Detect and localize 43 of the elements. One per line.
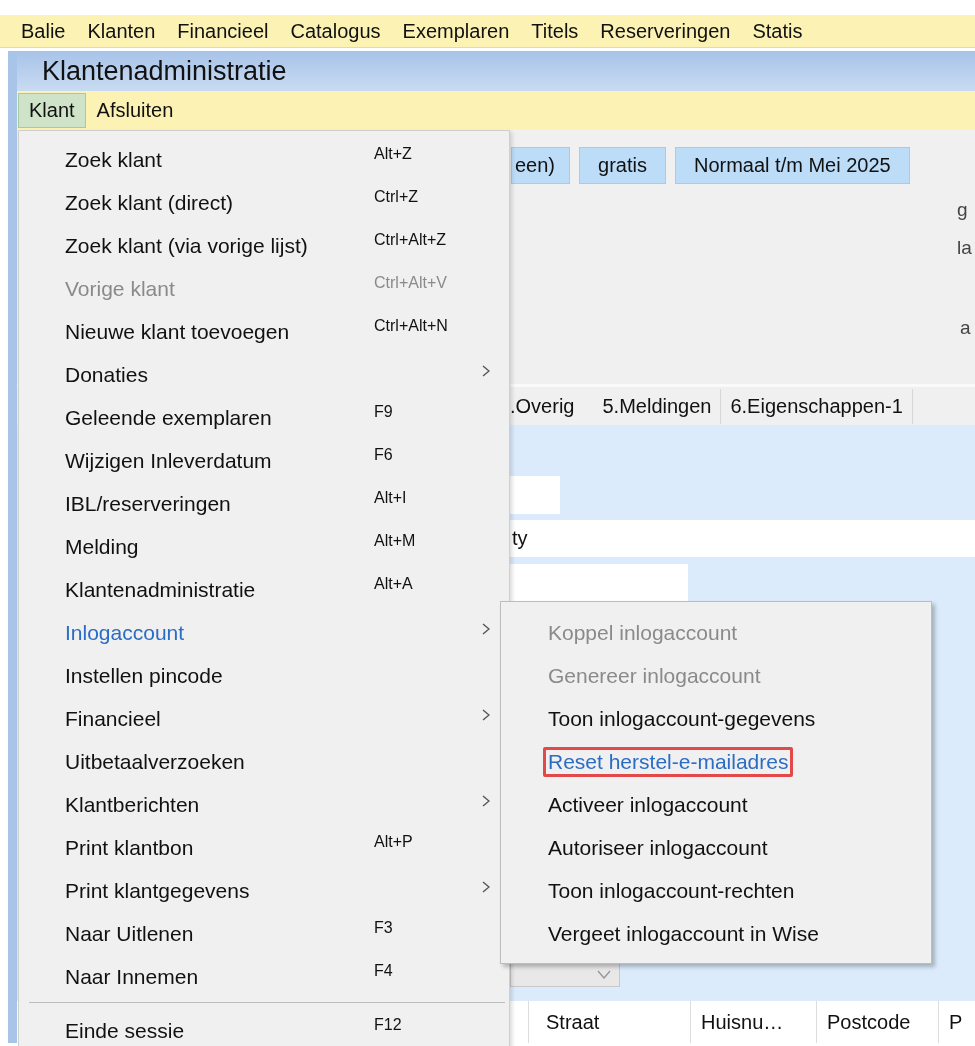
tab[interactable]: .Overig: [510, 388, 594, 424]
input-field[interactable]: ty: [510, 520, 975, 557]
menu-bar-item[interactable]: Statis: [752, 19, 803, 43]
menu-item[interactable]: Naar Innemen F4: [19, 955, 509, 998]
menu-item[interactable]: Klantenadministratie Alt+A: [19, 568, 509, 611]
field-label: la: [957, 237, 972, 259]
menu-item[interactable]: Vergeet inlogaccount in Wise: [543, 918, 824, 949]
menu-item[interactable]: Toon inlogaccount-rechten: [543, 875, 800, 906]
menu-item[interactable]: Toon inlogaccount-gegevens: [543, 703, 821, 734]
menu-item[interactable]: Zoek klant (via vorige lijst) Ctrl+Alt+Z: [19, 224, 509, 267]
menu-item[interactable]: Melding Alt+M: [19, 525, 509, 568]
column-header[interactable]: Postcode: [817, 1001, 939, 1043]
menu-item[interactable]: Afsluiten: [85, 92, 185, 128]
status-tag: gratis: [579, 147, 666, 184]
menu-bar-item[interactable]: Titels: [531, 19, 579, 43]
field-label: g: [957, 199, 968, 221]
menu-item[interactable]: Autoriseer inlogaccount: [543, 832, 773, 863]
menu-item[interactable]: Donaties: [19, 353, 509, 396]
menu-item[interactable]: Nieuwe klant toevoegen Ctrl+Alt+N: [19, 310, 509, 353]
menu-bar-item[interactable]: Klanten: [87, 19, 156, 43]
column-header[interactable]: Straat: [529, 1001, 691, 1043]
menu-bar-item[interactable]: Catalogus: [290, 19, 381, 43]
status-tag: een): [511, 147, 571, 184]
menu-bar-item[interactable]: Reserveringen: [600, 19, 731, 43]
menu-item[interactable]: IBL/reserveringen Alt+I: [19, 482, 509, 525]
field-label: a: [960, 317, 971, 339]
menu-item[interactable]: Zoek klant (direct) Ctrl+Z: [19, 181, 509, 224]
menu-bar-item[interactable]: Exemplaren: [402, 19, 510, 43]
menu-item[interactable]: Wijzigen Inleverdatum F6: [19, 439, 509, 482]
tab[interactable]: 6.Eigenschappen-1: [721, 388, 913, 424]
menu-bar-item[interactable]: Balie: [21, 19, 66, 43]
menu-bar-item[interactable]: Financieel: [177, 19, 269, 43]
menu-item[interactable]: Geleende exemplaren F9: [19, 396, 509, 439]
column-header[interactable]: P: [939, 1001, 975, 1043]
column-header[interactable]: Huisnu…: [691, 1001, 817, 1043]
menu-item[interactable]: Reset herstel-e-mailadres: [543, 746, 794, 777]
menu-item[interactable]: Einde sessie F12: [19, 1009, 509, 1046]
menu-item[interactable]: Activeer inlogaccount: [543, 789, 753, 820]
menu-item[interactable]: Klant: [18, 92, 86, 128]
status-tag: Normaal t/m Mei 2025: [674, 147, 910, 184]
menu-item[interactable]: Zoek klant Alt+Z: [19, 138, 509, 181]
window-title: Klantenadministratie: [42, 55, 287, 87]
tab[interactable]: 5.Meldingen: [593, 388, 722, 424]
